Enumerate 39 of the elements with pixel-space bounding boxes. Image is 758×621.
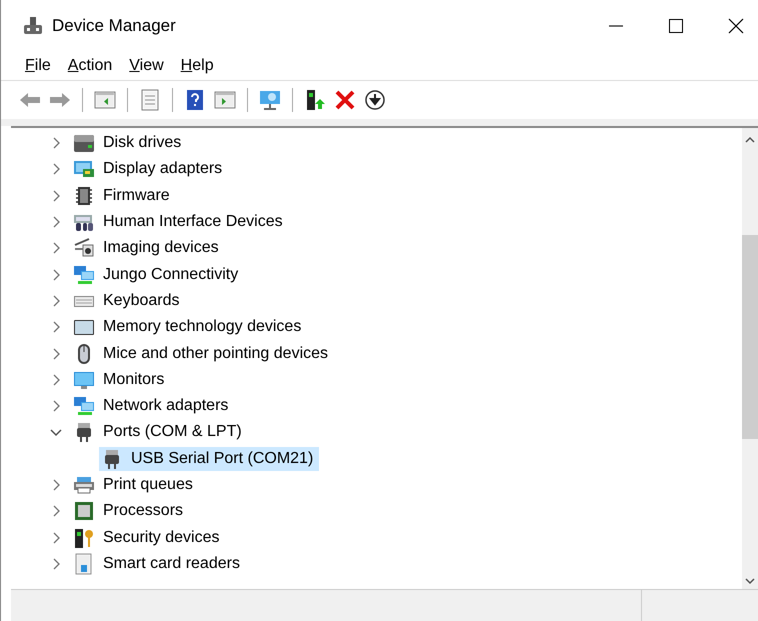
disk-drive-icon	[73, 132, 95, 154]
key-lock-icon	[73, 526, 95, 549]
network-computers-icon	[73, 395, 95, 418]
maximize-icon[interactable]	[668, 18, 684, 34]
menu-item[interactable]: Help	[174, 57, 220, 75]
tree-item[interactable]: Firmware	[103, 186, 170, 205]
firmware-chip-icon	[73, 184, 95, 207]
tree-item[interactable]: Human Interface Devices	[103, 213, 283, 232]
scan-monitor-icon[interactable]	[258, 88, 282, 112]
menu-item[interactable]: View	[123, 57, 170, 75]
tree-item[interactable]: Disk drives	[103, 134, 182, 152]
uninstall-icon[interactable]	[333, 88, 357, 112]
tree-item[interactable]: Print queues	[103, 476, 193, 494]
tree-item[interactable]: Imaging devices	[103, 239, 219, 258]
printer-icon	[73, 474, 95, 496]
camera-icon	[73, 237, 95, 260]
download-icon[interactable]	[363, 88, 387, 112]
tree-item[interactable]: Monitors	[103, 370, 164, 389]
scrollbar-thumb[interactable]	[742, 235, 758, 439]
tree-item[interactable]: Security devices	[103, 528, 220, 547]
window-title: Device Manager	[52, 16, 176, 36]
device-manager-icon	[23, 16, 43, 36]
tree-item[interactable]: USB Serial Port (COM21)	[99, 446, 320, 471]
tree-item[interactable]: Jungo Connectivity	[103, 266, 238, 284]
tree-item[interactable]: Display adapters	[103, 160, 222, 178]
menu-item[interactable]: Action	[62, 57, 118, 75]
scroll-down-icon[interactable]	[745, 577, 755, 585]
network-computers-icon	[73, 264, 95, 286]
scroll-up-icon[interactable]	[745, 136, 755, 144]
tree-item[interactable]: Processors	[103, 502, 184, 520]
menu-item[interactable]: File	[19, 57, 57, 75]
tree-item[interactable]: Mice and other pointing devices	[103, 344, 328, 363]
tree-item[interactable]: Ports (COM & LPT)	[103, 423, 242, 442]
tree-item[interactable]: Smart card readers	[103, 554, 240, 573]
tree-item[interactable]: Memory technology devices	[103, 318, 302, 336]
close-icon[interactable]	[728, 18, 744, 34]
tree-item[interactable]: Network adapters	[103, 397, 228, 416]
tree-item[interactable]: Keyboards	[103, 292, 180, 310]
processor-chip-icon	[73, 500, 95, 522]
